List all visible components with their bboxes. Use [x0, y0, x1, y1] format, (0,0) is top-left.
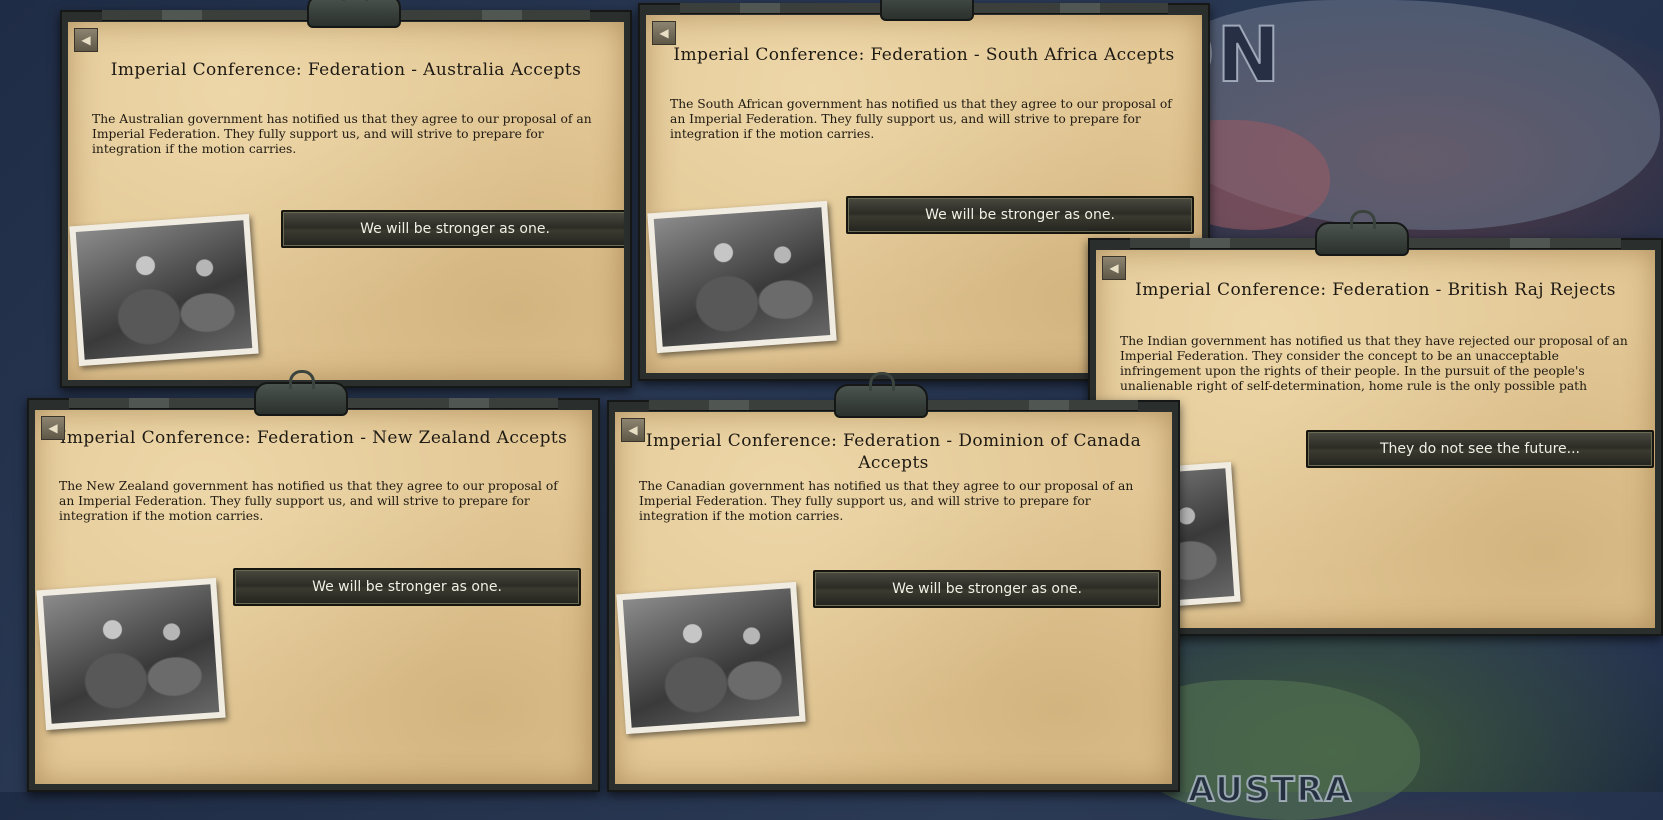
event-description: The New Zealand government has notified … [59, 479, 558, 523]
event-title: Imperial Conference: Federation - Britis… [1135, 280, 1616, 300]
event-description: The South African government has notifie… [670, 97, 1172, 141]
event-paper: ◀ Imperial Conference: Federation - New … [35, 410, 592, 784]
option-button[interactable]: They do not see the future... [1306, 430, 1654, 468]
clipboard-clip [1315, 210, 1409, 256]
back-arrow-icon[interactable]: ◀ [621, 418, 645, 442]
event-window-australia: ◀ Imperial Conference: Federation - Aust… [60, 0, 632, 388]
option-button[interactable]: We will be stronger as one. [846, 196, 1194, 234]
clipboard-clip [834, 372, 928, 418]
back-arrow-icon[interactable]: ◀ [74, 28, 98, 52]
back-arrow-icon[interactable]: ◀ [41, 416, 65, 440]
event-window-canada: ◀ Imperial Conference: Federation - Domi… [607, 372, 1180, 792]
event-photo [36, 577, 226, 731]
event-photo [69, 213, 259, 367]
clipboard-clip [880, 0, 974, 21]
back-arrow-icon[interactable]: ◀ [652, 21, 676, 45]
option-button[interactable]: We will be stronger as one. [281, 210, 624, 248]
event-title: Imperial Conference: Federation - South … [673, 45, 1175, 65]
event-paper: ◀ Imperial Conference: Federation - Aust… [68, 22, 624, 380]
option-button[interactable]: We will be stronger as one. [813, 570, 1161, 608]
event-description: The Canadian government has notified us … [639, 479, 1134, 523]
clipboard-clip [307, 0, 401, 28]
clipboard-clip [254, 370, 348, 416]
event-description: The Australian government has notified u… [92, 112, 592, 156]
event-title: Imperial Conference: Federation - Domini… [645, 431, 1142, 473]
event-window-new-zealand: ◀ Imperial Conference: Federation - New … [27, 370, 600, 792]
event-title: Imperial Conference: Federation - New Ze… [59, 428, 568, 448]
map-label-australia: AUSTRA [1187, 769, 1354, 811]
back-arrow-icon[interactable]: ◀ [1102, 256, 1126, 280]
event-paper: ◀ Imperial Conference: Federation - Domi… [615, 412, 1172, 784]
event-photo [647, 200, 837, 354]
event-description: The Indian government has notified us th… [1120, 334, 1628, 393]
option-button[interactable]: We will be stronger as one. [233, 568, 581, 606]
event-photo [616, 581, 806, 735]
event-title: Imperial Conference: Federation - Austra… [110, 60, 582, 80]
